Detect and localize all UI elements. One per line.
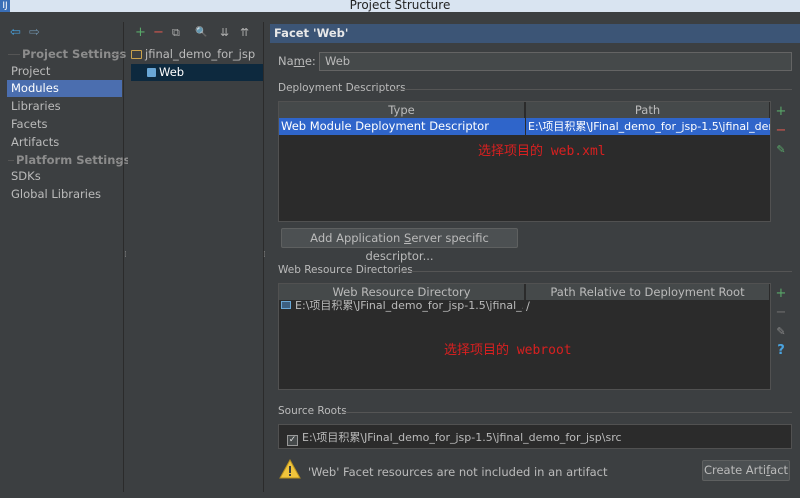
window-title-bar: Project Structure	[0, 0, 800, 12]
column-header-path[interactable]: Path	[526, 102, 770, 118]
edit-directory-icon[interactable]: ✎	[774, 324, 788, 340]
facet-name-input[interactable]: Web	[319, 52, 792, 71]
remove-descriptor-icon[interactable]: −	[774, 123, 788, 139]
folder-icon	[131, 50, 142, 59]
name-label: Name:	[278, 54, 316, 68]
edit-descriptor-icon[interactable]: ✎	[774, 142, 788, 158]
deployment-descriptors-group-label: Deployment Descriptors	[278, 82, 406, 94]
web-facet-icon	[147, 68, 156, 77]
web-folder-icon	[281, 301, 291, 309]
source-root-item[interactable]: ✓ E:\项目积累\JFinal_demo_for_jsp-1.5\jfinal_…	[287, 430, 757, 446]
remove-directory-icon[interactable]: −	[774, 305, 788, 321]
sidebar-item-libraries[interactable]: Libraries	[7, 98, 122, 115]
column-header-web-resource-directory[interactable]: Web Resource Directory	[279, 284, 525, 300]
modules-panel	[128, 22, 264, 492]
help-icon[interactable]: ?	[774, 343, 788, 359]
table-row-directory[interactable]: E:\项目积累\JFinal_demo_for_jsp-1.5\jfinal_.…	[295, 299, 523, 313]
divider	[400, 271, 792, 272]
table-row-type[interactable]: Web Module Deployment Descriptor	[279, 118, 525, 135]
source-roots-group-label: Source Roots	[278, 405, 347, 417]
arrow-left-icon[interactable]: ⇦	[10, 25, 21, 40]
annotation-web-xml: 选择项目的 web.xml	[478, 144, 606, 159]
warning-icon	[279, 459, 301, 479]
divider	[8, 160, 14, 161]
add-directory-icon[interactable]: +	[774, 286, 788, 302]
facet-header: Facet 'Web'	[270, 24, 800, 43]
checkbox-checked-icon[interactable]: ✓	[287, 435, 298, 446]
sidebar-item-project[interactable]: Project	[7, 63, 122, 80]
source-root-path: E:\项目积累\JFinal_demo_for_jsp-1.5\jfinal_d…	[302, 431, 622, 444]
add-server-descriptor-button[interactable]: Add Application Server specific descript…	[281, 228, 518, 263]
sidebar-item-sdks[interactable]: SDKs	[7, 168, 122, 185]
remove-icon[interactable]: −	[153, 25, 164, 41]
arrow-right-icon[interactable]: ⇨	[29, 25, 40, 40]
expand-all-icon[interactable]: ⇊	[220, 25, 229, 41]
tree-item-web-facet[interactable]: Web	[131, 64, 263, 81]
tree-item-module[interactable]: jfinal_demo_for_jsp	[131, 46, 263, 63]
collapse-all-icon[interactable]: ⇈	[240, 25, 249, 41]
splitter-handle[interactable]: ⁞	[263, 250, 266, 260]
create-artifact-button[interactable]: Create Artifact	[702, 460, 790, 481]
tree-item-label: jfinal_demo_for_jsp	[145, 47, 256, 61]
annotation-webroot: 选择项目的 webroot	[444, 343, 572, 358]
column-header-type[interactable]: Type	[279, 102, 525, 118]
divider	[343, 412, 792, 413]
web-resource-directories-group-label: Web Resource Directories	[278, 264, 413, 276]
tree-item-label: Web	[159, 65, 185, 79]
sidebar-item-modules[interactable]: Modules	[7, 80, 122, 97]
divider	[114, 160, 122, 161]
splitter-handle[interactable]: ⁞	[124, 250, 127, 260]
warning-text: 'Web' Facet resources are not included i…	[308, 465, 608, 479]
divider	[110, 54, 122, 55]
add-icon[interactable]: +	[135, 25, 146, 41]
window-title: Project Structure	[349, 0, 451, 12]
search-icon[interactable]: 🔍	[195, 25, 207, 41]
divider	[8, 54, 20, 55]
table-row-path[interactable]: E:\项目积累\JFinal_demo_for_jsp-1.5\jfinal_d…	[526, 118, 770, 135]
add-descriptor-icon[interactable]: +	[774, 104, 788, 120]
app-icon: IJ	[0, 0, 10, 12]
sidebar-item-global-libraries[interactable]: Global Libraries	[7, 186, 122, 203]
divider	[392, 89, 792, 90]
sidebar-item-facets[interactable]: Facets	[7, 116, 122, 133]
copy-icon[interactable]: ⧉	[172, 25, 180, 41]
table-row-relative-path[interactable]: /	[526, 299, 566, 313]
column-header-relative-path[interactable]: Path Relative to Deployment Root	[526, 284, 770, 300]
sidebar-item-artifacts[interactable]: Artifacts	[7, 134, 122, 151]
